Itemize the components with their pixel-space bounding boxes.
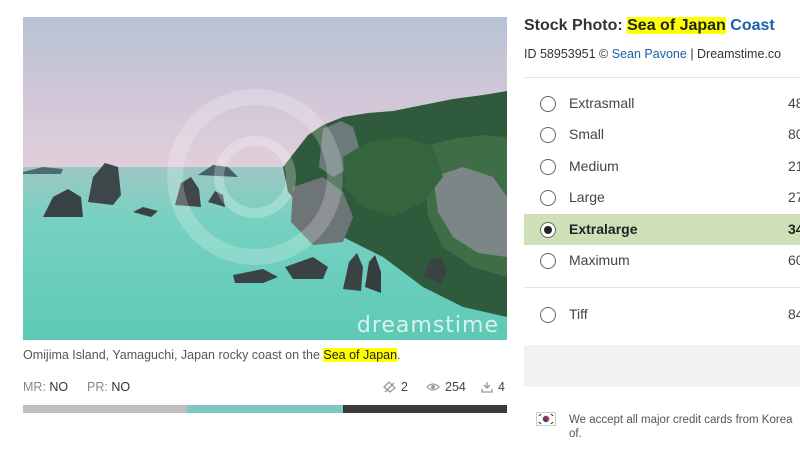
page-title: Stock Photo: Sea of Japan Coast	[524, 17, 775, 35]
size-label: Medium	[569, 158, 619, 174]
model-release: MR: NO	[23, 380, 68, 394]
size-label: Maximum	[569, 252, 630, 268]
pr-value: NO	[111, 380, 131, 394]
title-suffix[interactable]: Coast	[730, 17, 774, 34]
property-release: PR: NO	[87, 380, 130, 394]
size-option-maximum[interactable]: Maximum 60	[524, 245, 800, 276]
palette-swatch-teal[interactable]	[187, 405, 343, 413]
size-value: 60	[788, 252, 800, 268]
payment-line-2: of.	[569, 428, 582, 440]
size-label: Large	[569, 189, 605, 205]
radio-button-selected[interactable]	[540, 222, 556, 238]
radio-button[interactable]	[540, 307, 556, 323]
size-value: 80	[788, 126, 800, 142]
watermark-text: dreamstime	[356, 313, 499, 338]
download-panel	[524, 345, 800, 387]
title-prefix: Stock Photo:	[524, 17, 623, 34]
views-count: 254	[445, 380, 466, 394]
palette-swatch-dark[interactable]	[343, 405, 507, 413]
stock-photo[interactable]: dreamstime	[23, 17, 507, 340]
downloads-count: 2	[401, 380, 408, 394]
radio-button[interactable]	[540, 190, 556, 206]
size-value: 48	[788, 95, 800, 111]
caption-end: .	[397, 348, 401, 362]
size-label: Extralarge	[569, 221, 638, 237]
size-label: Extrasmall	[569, 95, 635, 111]
payment-text: We accept all major credit cards from Ko…	[569, 413, 800, 441]
author-link[interactable]: Sean Pavone	[612, 47, 687, 61]
size-option-small[interactable]: Small 80	[524, 119, 800, 150]
palette-swatch-gray[interactable]	[23, 405, 187, 413]
size-value: 21	[788, 158, 800, 174]
photo-scene	[23, 17, 507, 340]
radio-button[interactable]	[540, 96, 556, 112]
size-value: 27	[788, 189, 800, 205]
downloads-icon	[383, 381, 396, 393]
caption-highlight[interactable]: Sea of Japan	[323, 348, 398, 362]
radio-button[interactable]	[540, 159, 556, 175]
image-id: ID 58953951 ©	[524, 47, 609, 61]
downloads-stat: 2	[383, 380, 408, 394]
download-arrow-icon	[481, 382, 493, 393]
size-option-extralarge[interactable]: Extralarge 34	[524, 214, 800, 245]
photo-caption: Omijima Island, Yamaguchi, Japan rocky c…	[23, 348, 401, 362]
size-value: 84	[788, 306, 800, 322]
south-korea-flag-icon	[536, 412, 556, 426]
size-label: Tiff	[569, 306, 588, 322]
size-options: Extrasmall 48 Small 80 Medium 21 Large 2…	[524, 77, 800, 269]
radio-dot	[544, 226, 552, 234]
mr-value: NO	[49, 380, 69, 394]
radio-button[interactable]	[540, 127, 556, 143]
title-highlight[interactable]: Sea of Japan	[627, 17, 726, 34]
radio-button[interactable]	[540, 253, 556, 269]
size-label: Small	[569, 126, 605, 142]
pr-label: PR:	[87, 380, 108, 394]
site-name: | Dreamstime.co	[690, 47, 782, 61]
divider	[524, 287, 800, 288]
favorites-stat: 4	[481, 380, 505, 394]
photo-meta: MR: NO PR: NO 2 254 4	[23, 380, 507, 396]
favorites-count: 4	[498, 380, 505, 394]
mr-label: MR:	[23, 380, 46, 394]
caption-text: Omijima Island, Yamaguchi, Japan rocky c…	[23, 348, 324, 362]
size-option-large[interactable]: Large 27	[524, 182, 800, 213]
payment-line-1: We accept all major credit cards from Ko…	[569, 414, 793, 426]
size-value: 34	[788, 221, 800, 237]
size-option-medium[interactable]: Medium 21	[524, 151, 800, 182]
size-option-tiff[interactable]: Tiff 84	[524, 299, 800, 330]
size-option-extrasmall[interactable]: Extrasmall 48	[524, 88, 800, 119]
byline: ID 58953951 © Sean Pavone | Dreamstime.c…	[524, 47, 781, 61]
views-stat: 254	[426, 380, 466, 394]
eye-icon	[426, 383, 440, 391]
